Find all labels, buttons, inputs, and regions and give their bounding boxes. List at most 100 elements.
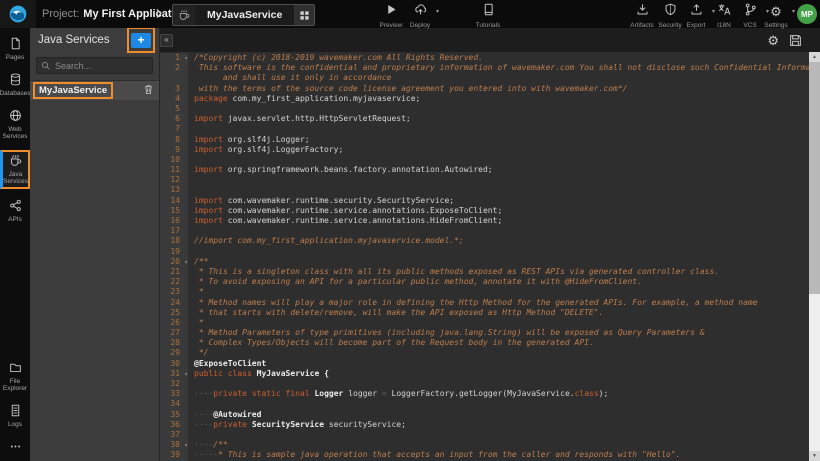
code-line: 20▾/** (160, 257, 809, 267)
logs-icon (9, 404, 22, 421)
sidebar-item-label: APIs (8, 216, 22, 223)
code-line: 31▾public class MyJavaService { (160, 369, 809, 379)
code-line: 15import com.wavemaker.runtime.service.a… (160, 206, 809, 216)
line-number: 10 (160, 155, 188, 165)
line-number: 16 (160, 216, 188, 226)
code-line: 18//import com.my_first_application.myja… (160, 236, 809, 246)
code-area[interactable]: 1▾/*Copyright (c) 2018-2019 wavemaker.co… (160, 52, 809, 461)
sidebar-item-java-services[interactable]: JavaServices (0, 150, 30, 189)
sidebar-item-web-services[interactable]: WebServices (0, 107, 30, 142)
add-button-highlight: + (127, 27, 155, 53)
line-number: 15 (160, 206, 188, 216)
search-box[interactable] (36, 57, 153, 74)
line-number: 4 (160, 94, 188, 104)
java-services-icon (9, 154, 22, 171)
code-line: 19 (160, 247, 809, 257)
topbar: Project: My First Application MyJavaServ… (0, 0, 820, 28)
code-line: 17 (160, 226, 809, 236)
code-line: 39·····* This is sample java operation t… (160, 450, 809, 460)
panel-header: Java Services + (30, 28, 159, 52)
more-icon (9, 440, 22, 457)
line-number: 26 (160, 318, 188, 328)
code-line: 30@ExposeToClient (160, 359, 809, 369)
main-body: PagesDatabasesWebServicesJavaServicesAPI… (0, 28, 820, 461)
code-line: 1▾/*Copyright (c) 2018-2019 wavemaker.co… (160, 53, 809, 63)
line-number: 9 (160, 145, 188, 155)
line-number: 35 (160, 410, 188, 420)
save-icon[interactable] (789, 34, 802, 47)
line-number: 7 (160, 124, 188, 134)
line-number: 1▾ (160, 53, 188, 63)
tool-label: Export (687, 22, 706, 29)
code-line: 27 * Method Parameters of type primitive… (160, 328, 809, 338)
delete-icon[interactable] (143, 82, 154, 100)
tool-settings-button[interactable]: ⚙Settings▾ (756, 3, 796, 29)
sidebar-item-apis[interactable]: APIs (0, 197, 30, 225)
line-number: 14 (160, 196, 188, 206)
code-line: 36····private SecurityService securitySe… (160, 420, 809, 430)
code-line: 21 * This is a singleton class with all … (160, 267, 809, 277)
line-number: 39 (160, 450, 188, 460)
sidebar-item-logs[interactable]: Logs (0, 402, 30, 430)
line-number: 37 (160, 430, 188, 440)
line-number: 20▾ (160, 257, 188, 267)
tool-label: I18N (717, 22, 731, 29)
code-line: 23 * (160, 287, 809, 297)
line-number: 19 (160, 247, 188, 257)
editor-scrollbar[interactable]: ▲ ▼ (809, 52, 820, 461)
sidebar-item-label: File (10, 378, 20, 385)
scroll-up-button[interactable]: ▲ (809, 52, 820, 62)
code-line: 14import com.wavemaker.runtime.security.… (160, 196, 809, 206)
tool-label: Tutorials (476, 22, 501, 29)
code-line: 9import org.slf4j.LoggerFactory; (160, 145, 809, 155)
line-number: 38▾ (160, 440, 188, 450)
code-line: 37 (160, 430, 809, 440)
sidebar-item-label: Databases (0, 90, 31, 97)
line-number: 11 (160, 165, 188, 175)
tutorials-icon (482, 3, 495, 21)
code-line: 11import org.springframework.beans.facto… (160, 165, 809, 175)
code-line: 2 This software is the confidential and … (160, 63, 809, 73)
sidebar-item-label: Explorer (3, 385, 27, 392)
line-number: 36 (160, 420, 188, 430)
deploy-icon (414, 3, 427, 21)
add-java-service-button[interactable]: + (131, 33, 151, 48)
line-number: 24 (160, 298, 188, 308)
user-avatar[interactable]: MP (797, 4, 817, 24)
code-line: 16import com.wavemaker.runtime.service.a… (160, 216, 809, 226)
line-number: 25 (160, 308, 188, 318)
tool-tutorials-button[interactable]: Tutorials (468, 3, 508, 29)
sidebar-item-databases[interactable]: Databases (0, 71, 30, 99)
search-input[interactable] (53, 60, 148, 72)
left-rail: PagesDatabasesWebServicesJavaServicesAPI… (0, 28, 30, 461)
code-line: 34 (160, 399, 809, 409)
sidebar-item-label: Java (9, 171, 23, 178)
code-line: 5 (160, 104, 809, 114)
code-line: 12 (160, 175, 809, 185)
code-line: 24 * Method names will play a major role… (160, 298, 809, 308)
scrollbar-thumb[interactable] (809, 62, 820, 294)
editor-settings-gear-icon[interactable]: ⚙ (767, 34, 779, 47)
sidebar-item-label: Services (3, 133, 28, 140)
sidebar-item-more[interactable] (0, 438, 30, 459)
scroll-down-button[interactable]: ▼ (809, 451, 820, 461)
line-number (160, 73, 188, 83)
line-number: 3 (160, 84, 188, 94)
line-number: 8 (160, 135, 188, 145)
code-line: 4package com.my_first_application.myjava… (160, 94, 809, 104)
collapse-panel-button[interactable]: « (160, 34, 173, 47)
service-list: MyJavaService (30, 80, 159, 100)
tool-deploy-button[interactable]: Deploy▾ (400, 3, 440, 29)
sidebar-item-label: Pages (6, 54, 24, 61)
line-number: 6 (160, 114, 188, 124)
line-number: 12 (160, 175, 188, 185)
sidebar-item-pages[interactable]: Pages (0, 35, 30, 63)
code-line: 22 * To avoid exposing an API for a part… (160, 277, 809, 287)
code-line: 8import org.slf4j.Logger; (160, 135, 809, 145)
code-line: 29 */ (160, 348, 809, 358)
file-explorer-icon (9, 361, 22, 378)
code-line: 3 with the terms of the source code lice… (160, 84, 809, 94)
sidebar-item-file-explorer[interactable]: FileExplorer (0, 359, 30, 394)
search-icon (41, 57, 50, 75)
service-list-item[interactable]: MyJavaService (30, 81, 159, 100)
